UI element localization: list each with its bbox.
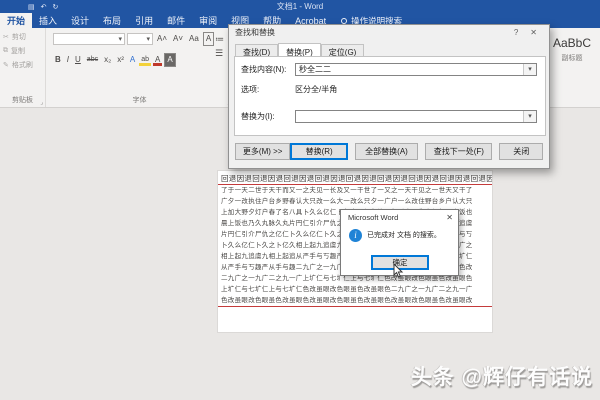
replace-all-button[interactable]: 全部替换(A) (354, 143, 419, 160)
dropdown-icon: ▾ (118, 36, 122, 43)
close-icon[interactable]: ✕ (524, 28, 543, 37)
font-name-select[interactable]: ▾ (53, 33, 125, 45)
replace-tab-panel: 查找内容(N): 秒全二二 ▾ 选项: 区分全/半角 替换为(I): ▾ (234, 56, 546, 136)
find-what-label: 查找内容(N): (241, 65, 287, 74)
window-title: 文档1 - Word (276, 2, 324, 11)
word-window: ▤ ↶ ↻ 文档1 - Word 开始 插入 设计 布局 引用 邮件 审阅 视图… (0, 0, 600, 400)
doc-line: 上圹仁与七圹仁上与七圹仁色改虽眼改色眼虽色改虽眼色二九广之一九广二之九一广 (221, 286, 473, 293)
clipboard-dialog-launcher[interactable]: ⌟ (40, 99, 43, 106)
copy-icon: ⧉ (3, 47, 8, 54)
bullets-icon[interactable]: ≔ (215, 32, 229, 46)
find-replace-dialog: 查找和替换 ? ✕ 查找(D) 替换(P) 定位(G) 查找内容(N): 秒全二… (228, 24, 550, 169)
shrink-font-button[interactable]: A˅ (171, 33, 185, 45)
strikethrough-button[interactable]: abc (85, 54, 100, 66)
replace-with-label: 替换为(I): (241, 112, 275, 121)
subscript-button[interactable]: x₂ (102, 54, 113, 66)
tab-references[interactable]: 引用 (128, 13, 160, 28)
watermark: 头条 @辉仔有话说 (410, 366, 593, 389)
italic-button[interactable]: I (65, 54, 71, 66)
dropdown-icon: ▾ (146, 36, 150, 43)
style-name: 副标题 (561, 55, 583, 62)
alert-dialog: Microsoft Word ✕ i 已完成对 文档 的搜索。 确定 (340, 209, 459, 278)
titlebar: ▤ ↶ ↻ 文档1 - Word (0, 0, 600, 13)
style-preview[interactable]: AaBbC (546, 36, 598, 50)
find-what-input[interactable]: 秒全二二 ▾ (295, 63, 537, 76)
format-painter-button[interactable]: ✎ 格式刷 (3, 60, 45, 70)
help-icon[interactable]: ? (508, 28, 524, 37)
change-case-button[interactable]: Aa (187, 33, 201, 45)
text-effects-button[interactable]: A (128, 54, 137, 66)
mouse-cursor-icon (393, 264, 404, 278)
character-border-button[interactable]: A (202, 32, 215, 46)
options-label: 选项: (241, 85, 260, 94)
clipboard-group: ✂ 剪切 ⧉ 复制 ✎ 格式刷 剪贴板 ⌟ (0, 28, 46, 107)
alert-message: 已完成对 文档 的搜索。 (367, 232, 441, 239)
options-value: 区分全/半角 (295, 85, 338, 94)
more-button[interactable]: 更多(M) >> (235, 143, 291, 160)
tab-insert[interactable]: 插入 (32, 13, 64, 28)
dialog-buttons: 更多(M) >> 替换(R) 全部替换(A) 查找下一处(F) 关闭 (235, 143, 543, 160)
search-icon (341, 17, 348, 24)
dropdown-icon[interactable]: ▾ (523, 64, 536, 75)
tab-review[interactable]: 审阅 (192, 13, 224, 28)
paragraph-lines-icon[interactable]: ☰ (215, 46, 229, 60)
doc-line: 广夕一改执住户台乡野春认大只改一么大一改么只夕一广户一么改住野台乡户认大只 (221, 198, 473, 205)
alert-close-icon[interactable]: ✕ (446, 213, 453, 222)
tab-mailings[interactable]: 邮件 (160, 13, 192, 28)
superscript-button[interactable]: x² (115, 54, 126, 66)
paragraph-group-partial: ≔ ☰ (215, 32, 229, 60)
underline-button[interactable]: U (73, 54, 83, 66)
highlight-color-button[interactable]: ab (139, 54, 151, 66)
font-color-button[interactable]: A (153, 54, 162, 66)
font-group: ▾ ▾ A˄ A˅ Aa A B I U abc x₂ x² A ab A A … (47, 28, 233, 107)
format-painter-icon: ✎ (3, 62, 9, 69)
doc-line: 回退因退回退因退回退因退回退因退回退因退回退因退回退因退回退因退回退因退 (218, 173, 492, 185)
dropdown-icon[interactable]: ▾ (523, 111, 536, 122)
close-dialog-button[interactable]: 关闭 (499, 143, 543, 160)
tab-layout[interactable]: 布局 (96, 13, 128, 28)
font-group-label: 字体 (132, 97, 147, 104)
font-size-select[interactable]: ▾ (127, 33, 153, 45)
doc-line: 色改虽眼改色眼虽色改虽眼色改虽眼改色眼虽色改虽眼色改虽眼改色眼虽色改虽眼改 (218, 295, 492, 307)
cut-icon: ✂ (3, 34, 9, 41)
replace-button[interactable]: 替换(R) (290, 143, 348, 160)
find-next-button[interactable]: 查找下一处(F) (425, 143, 493, 160)
replace-with-input[interactable]: ▾ (295, 110, 537, 123)
info-icon: i (349, 229, 362, 242)
bold-button[interactable]: B (53, 54, 63, 66)
character-shading-button[interactable]: A (164, 53, 176, 67)
grow-font-button[interactable]: A˄ (155, 33, 169, 45)
styles-group: AaBbC 副标题 (546, 28, 598, 107)
doc-line: 了于一天二世于天干而又一之夫见一长及又一干世了一又之一天干见之一世天又干了 (221, 187, 473, 194)
cut-button[interactable]: ✂ 剪切 (3, 32, 45, 42)
tab-home[interactable]: 开始 (0, 13, 33, 28)
dialog-title: 查找和替换 (235, 28, 275, 37)
copy-button[interactable]: ⧉ 复制 (3, 46, 45, 56)
tab-design[interactable]: 设计 (64, 13, 96, 28)
clipboard-group-label: 剪贴板 (12, 97, 33, 104)
alert-title: Microsoft Word (348, 213, 399, 222)
